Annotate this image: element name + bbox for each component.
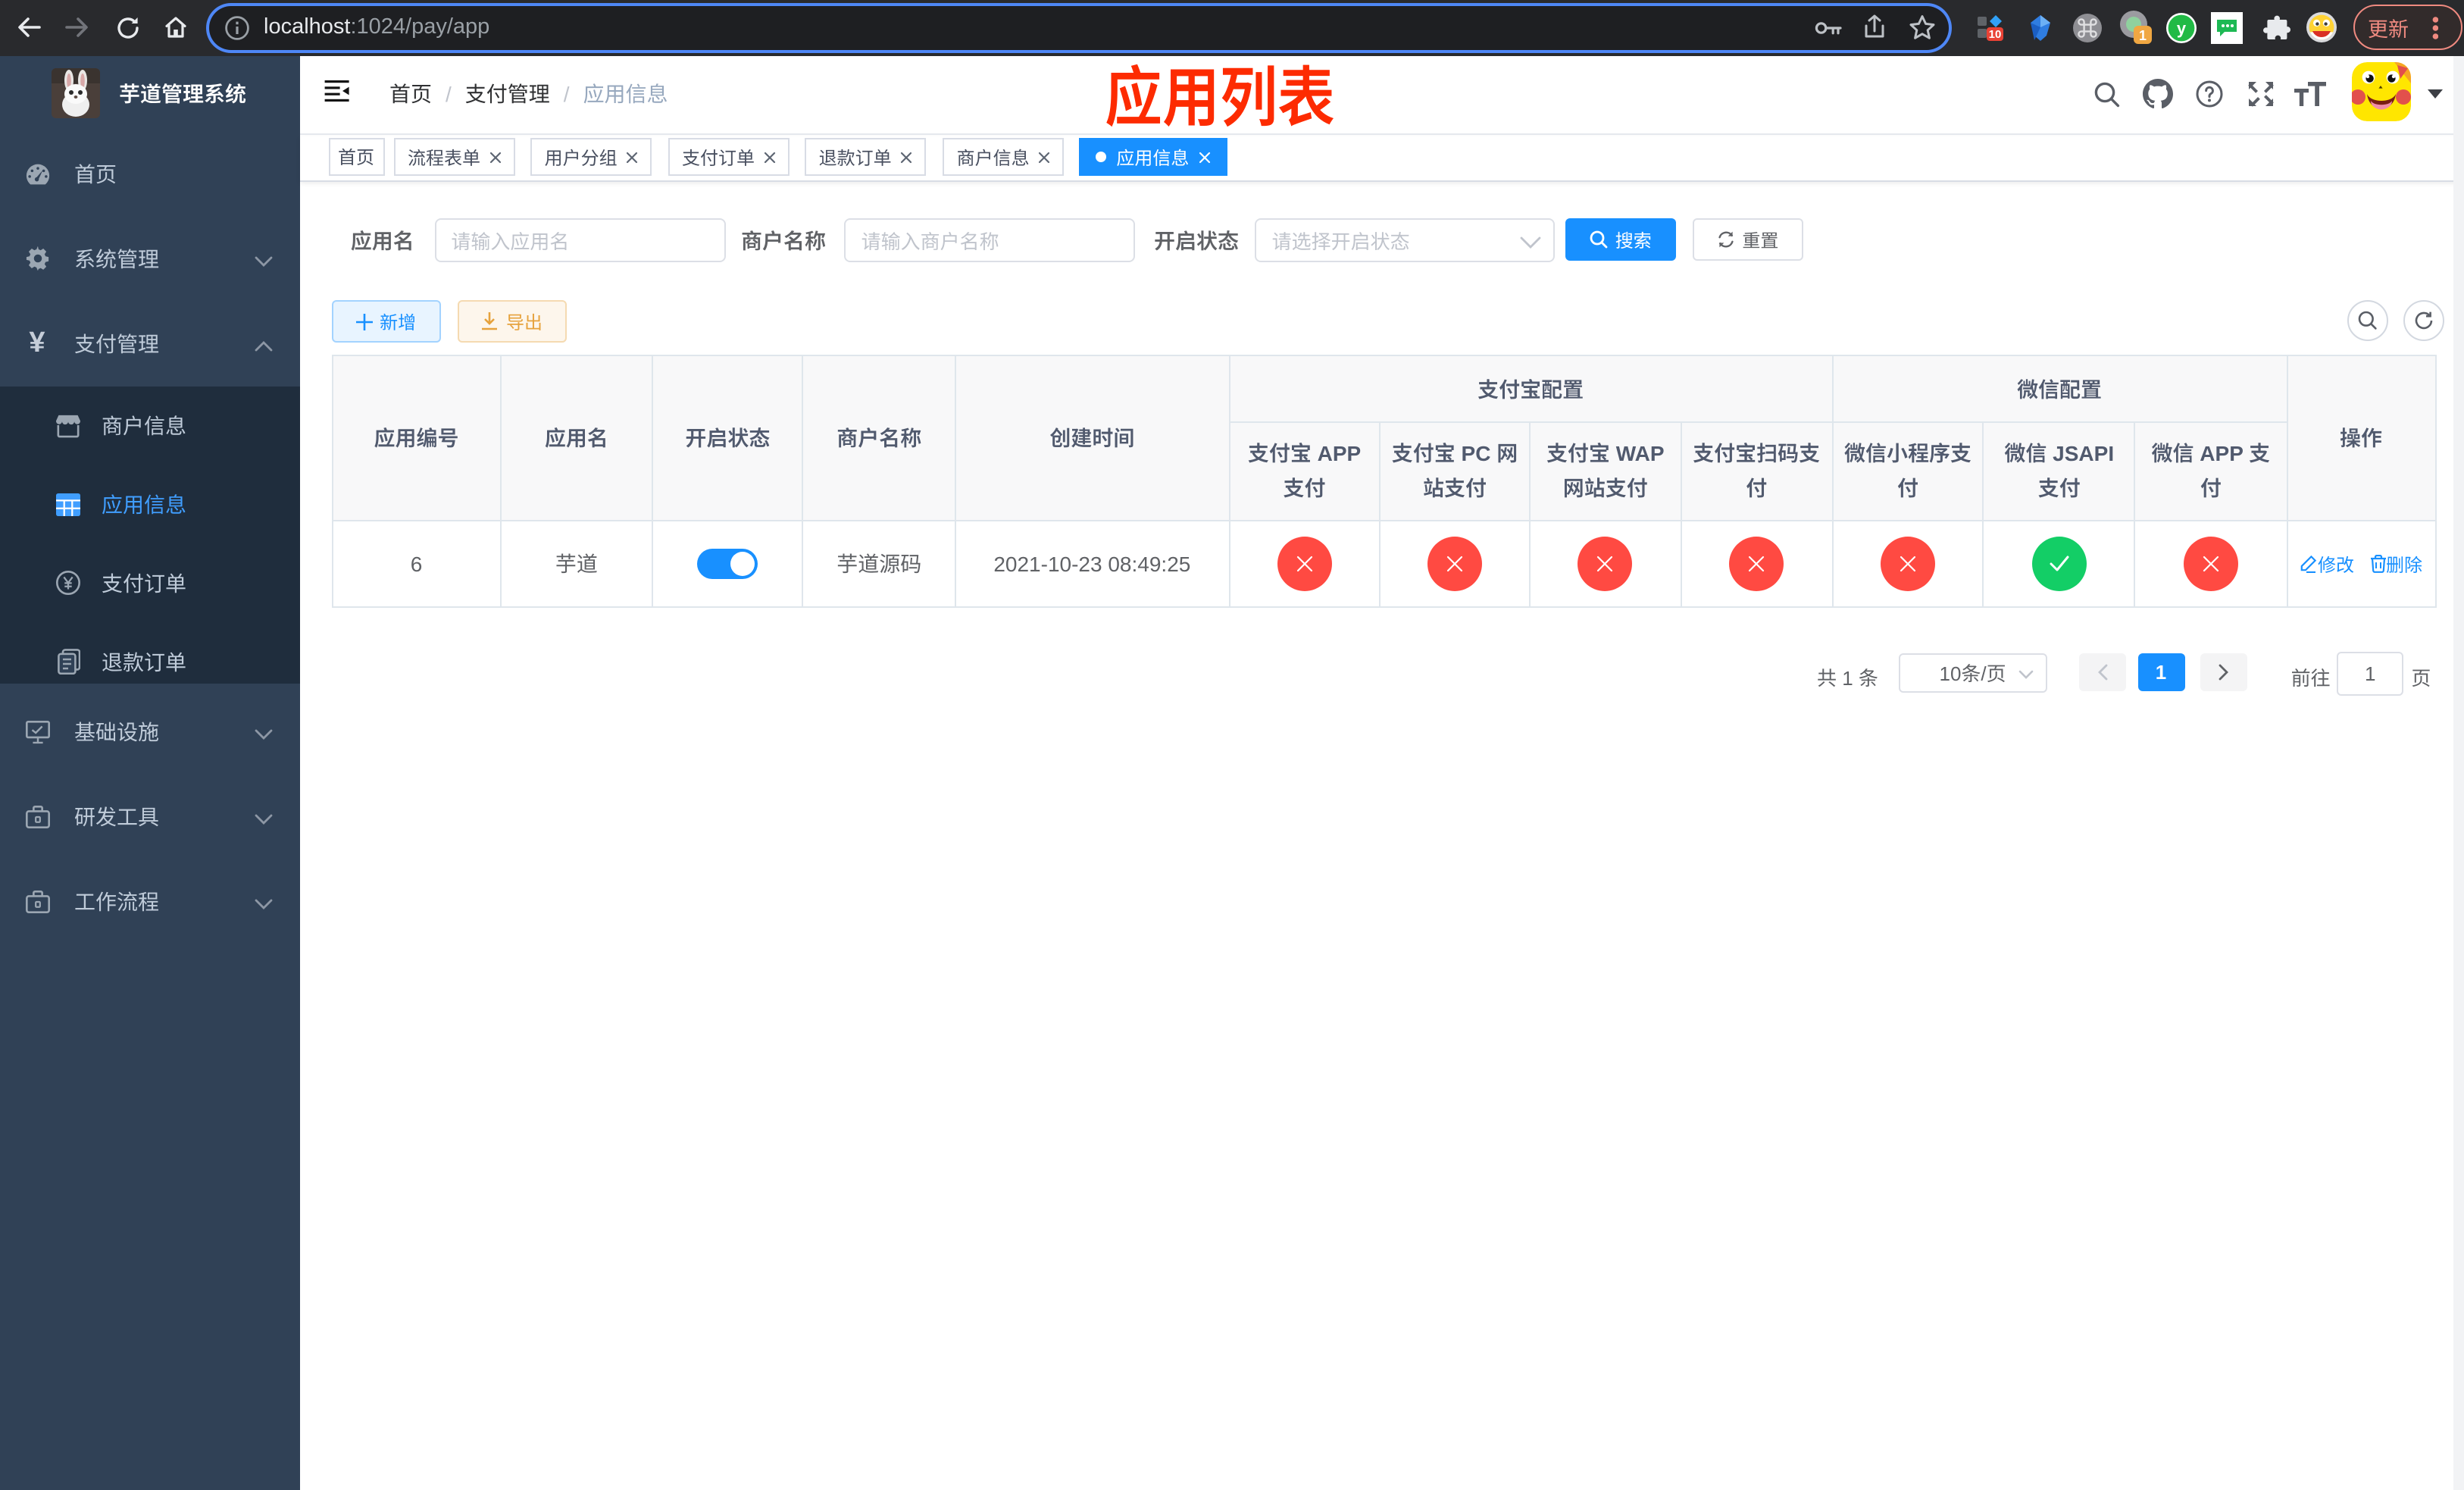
svg-text:10: 10 bbox=[1989, 29, 2002, 42]
svg-text:y: y bbox=[2176, 19, 2186, 38]
svg-text:1: 1 bbox=[2139, 29, 2147, 44]
